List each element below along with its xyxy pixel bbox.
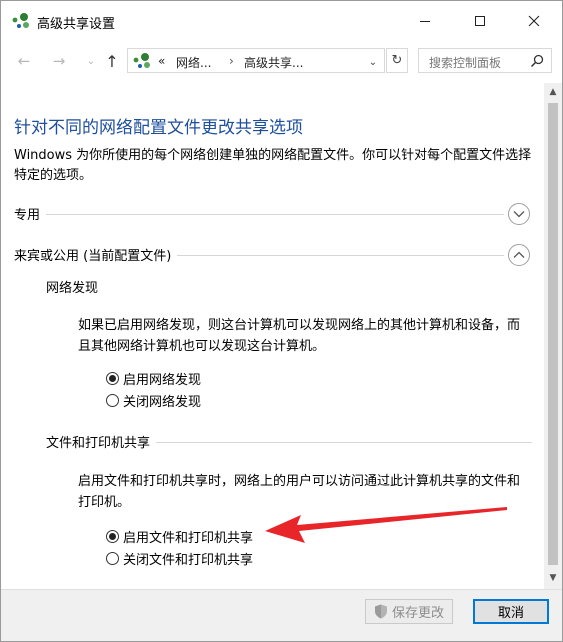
search-placeholder: 搜索控制面板 (429, 56, 502, 70)
navigation-bar: ← → ⌄ ↑ « 网络... › 高级共享... ⌄ ↻ 搜索控制面板 (1, 43, 562, 79)
network-icon (133, 53, 150, 68)
radio-button-checked[interactable] (106, 371, 119, 385)
address-segment-advanced-sharing[interactable]: 高级共享... (244, 54, 303, 71)
maximize-icon (475, 16, 485, 26)
radio-button[interactable] (106, 393, 119, 407)
chevron-down-icon: ⌄ (86, 55, 96, 67)
radio-button-checked[interactable] (106, 529, 119, 543)
divider (14, 214, 504, 215)
section-label: 文件和打印机共享 (46, 432, 157, 451)
profile-header-public[interactable]: 来宾或公用 (当前配置文件) (14, 244, 534, 266)
up-button[interactable]: ↑ (102, 51, 122, 71)
search-icon (530, 54, 544, 68)
chevron-right-icon[interactable]: › (229, 54, 234, 68)
close-icon (528, 15, 540, 27)
radio-button[interactable] (106, 551, 119, 565)
section-label-network-discovery: 网络发现 (46, 277, 105, 296)
network-icon (12, 13, 29, 28)
cancel-button[interactable]: 取消 (473, 599, 549, 624)
refresh-button[interactable]: ↻ (386, 48, 408, 73)
chevron-up-icon: ▲ (549, 87, 557, 97)
minimize-button[interactable] (402, 1, 448, 41)
minimize-icon (420, 21, 430, 22)
scrollbar-thumb[interactable] (548, 103, 558, 565)
page-title: 针对不同的网络配置文件更改共享选项 (14, 118, 303, 138)
save-changes-label: 保存更改 (391, 606, 444, 621)
scroll-up-button[interactable]: ▲ (544, 83, 562, 101)
refresh-icon: ↻ (391, 53, 403, 68)
chevron-up-icon (513, 251, 525, 258)
back-button[interactable]: ← (14, 51, 34, 71)
address-overflow[interactable]: « (158, 54, 165, 68)
expand-button[interactable] (508, 203, 530, 225)
radio-enable-network-discovery[interactable]: 启用网络发现 (106, 368, 201, 388)
section-description: 如果已启用网络发现，则这台计算机可以发现网络上的其他计算机和设备，而且其他网络计… (78, 318, 521, 354)
chevron-down-icon: ▼ (549, 573, 557, 583)
arrow-right-icon: → (52, 52, 66, 70)
intro-text: Windows 为你所使用的每个网络创建单独的网络配置文件。你可以针对每个配置文… (14, 148, 532, 183)
address-bar[interactable]: « 网络... › 高级共享... ⌄ (127, 48, 385, 73)
close-button[interactable] (511, 1, 557, 41)
forward-button[interactable]: → (49, 51, 69, 71)
arrow-left-icon: ← (17, 52, 31, 70)
radio-label: 关闭网络发现 (123, 394, 202, 410)
title-bar: 高级共享设置 (1, 1, 562, 41)
address-segment-network[interactable]: 网络... (176, 54, 211, 71)
search-input[interactable]: 搜索控制面板 (418, 48, 552, 73)
maximize-button[interactable] (457, 1, 503, 41)
address-dropdown-button[interactable]: ⌄ (366, 55, 380, 69)
cancel-label: 取消 (497, 606, 524, 621)
save-changes-button[interactable]: 保存更改 (365, 599, 453, 624)
vertical-scrollbar[interactable]: ▲ ▼ (544, 83, 562, 589)
uac-shield-icon (374, 604, 387, 619)
annotation-arrow (265, 507, 507, 543)
profile-label: 来宾或公用 (当前配置文件) (14, 245, 178, 264)
profile-header-private[interactable]: 专用 (14, 203, 534, 225)
section-header-file-printer-sharing: 文件和打印机共享 (46, 431, 532, 453)
radio-label: 启用网络发现 (123, 372, 202, 388)
radio-label: 启用文件和打印机共享 (123, 530, 254, 546)
radio-disable-file-printer-sharing[interactable]: 关闭文件和打印机共享 (106, 548, 253, 568)
collapse-button[interactable] (508, 244, 530, 266)
footer-bar: 保存更改 取消 (1, 589, 562, 641)
recent-locations-button[interactable]: ⌄ (81, 51, 101, 71)
radio-enable-file-printer-sharing[interactable]: 启用文件和打印机共享 (106, 526, 253, 546)
chevron-down-icon (513, 211, 525, 218)
scroll-down-button[interactable]: ▼ (544, 569, 562, 587)
chevron-down-icon: ⌄ (368, 56, 378, 68)
profile-label: 专用 (14, 204, 47, 223)
advanced-sharing-window: 高级共享设置 ← → ⌄ ↑ « 网络... › 高级共享... ⌄ ↻ 搜索控… (0, 0, 563, 642)
radio-label: 关闭文件和打印机共享 (123, 552, 254, 568)
window-title: 高级共享设置 (37, 17, 116, 32)
radio-disable-network-discovery[interactable]: 关闭网络发现 (106, 390, 201, 410)
arrow-up-icon: ↑ (105, 51, 119, 71)
